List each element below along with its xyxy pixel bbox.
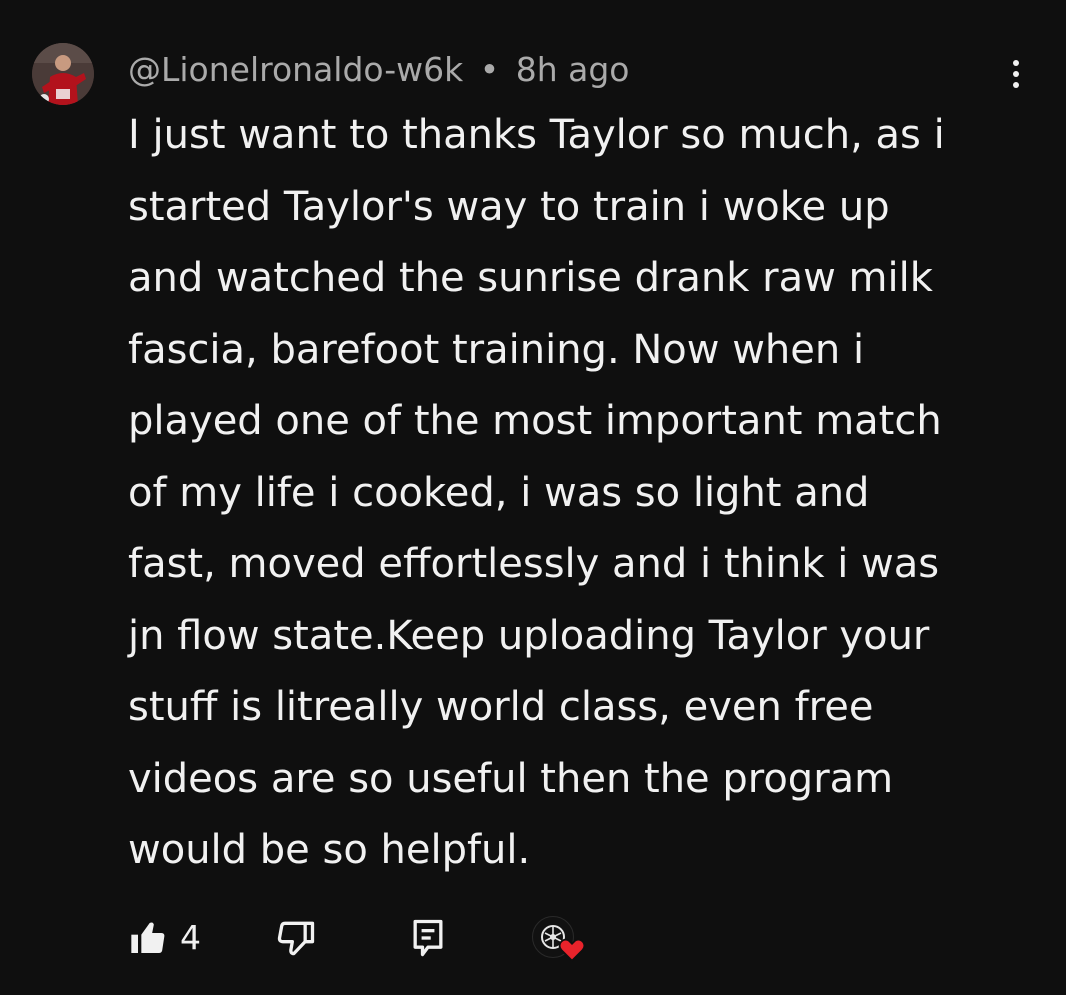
more-vertical-icon-dot — [1013, 82, 1019, 88]
comment-line: jn flow state.Keep uploading Taylor your — [128, 612, 930, 659]
comment-header: @Lionelronaldo-w6k • 8h ago — [128, 48, 629, 92]
comment-line: started Taylor's way to train i woke up — [128, 183, 890, 230]
more-options-button[interactable] — [1000, 54, 1032, 94]
more-vertical-icon-dot — [1013, 60, 1019, 66]
reply-icon — [413, 919, 443, 957]
author-avatar[interactable] — [32, 43, 94, 105]
dislike-button[interactable] — [274, 916, 318, 960]
more-vertical-icon-dot — [1013, 71, 1019, 77]
separator-dot: • — [479, 50, 500, 89]
comment-line: would be so helpful. — [128, 827, 531, 873]
comment-line: fascia, barefoot training. Now when i — [128, 326, 865, 373]
comment-line: played one of the most important match — [128, 398, 942, 444]
comment-line: videos are so useful then the program — [128, 755, 894, 802]
comment-line: of my life i cooked, i was so light and — [128, 469, 870, 516]
author-avatar-image — [32, 43, 94, 105]
heart-icon — [558, 938, 586, 962]
like-button[interactable]: 4 — [128, 912, 210, 964]
reply-button[interactable] — [406, 916, 450, 960]
thumbs-down-icon — [277, 921, 315, 956]
comment-line: stuff is litreally world class, even fre… — [128, 684, 874, 730]
thumbs-up-icon — [131, 922, 165, 953]
comment-line: fast, moved effortlessly and i think i w… — [128, 541, 940, 587]
creator-heart — [532, 914, 588, 964]
comment-body: I just want to thanks Taylor so much, as… — [128, 100, 1028, 887]
comment-timestamp[interactable]: 8h ago — [516, 50, 630, 89]
comment-line: and watched the sunrise drank raw milk — [128, 255, 933, 301]
comment-line: I just want to thanks Taylor so much, as… — [128, 112, 945, 158]
author-name[interactable]: @Lionelronaldo-w6k — [128, 50, 463, 89]
like-count: 4 — [180, 918, 201, 957]
